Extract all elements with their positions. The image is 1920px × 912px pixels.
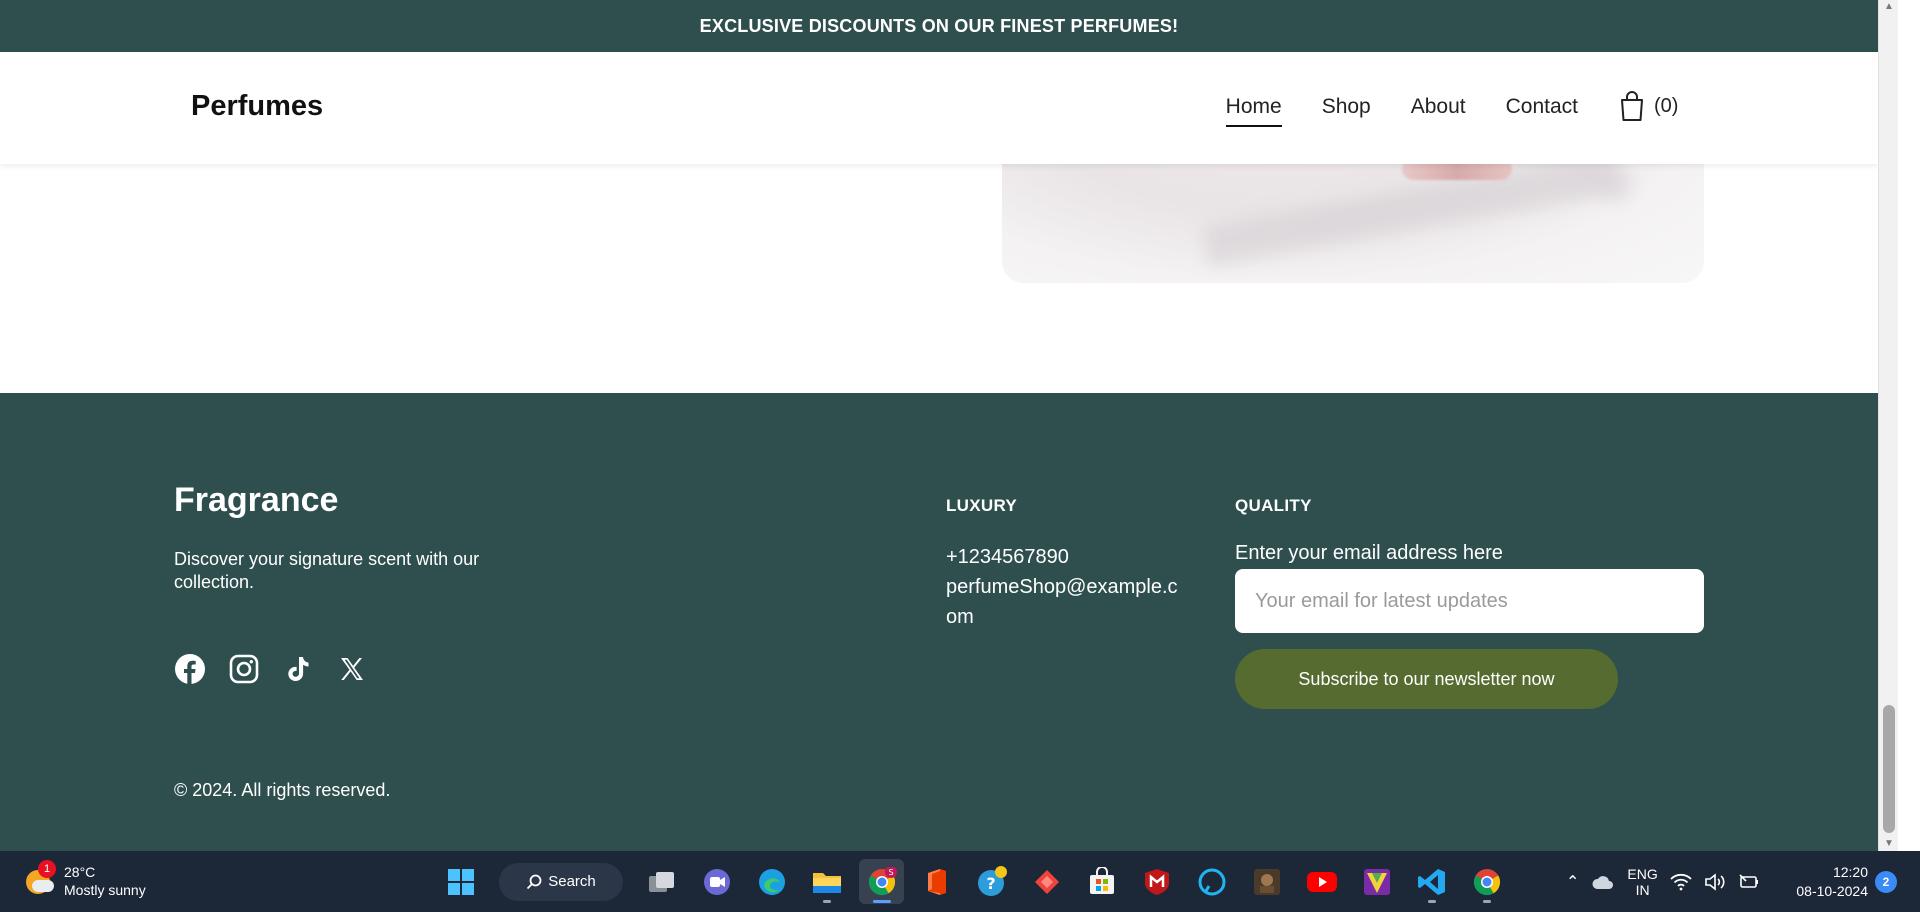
facebook-icon[interactable] (174, 653, 206, 685)
anydesk-icon[interactable] (1024, 859, 1069, 904)
newsletter-email-input[interactable] (1235, 569, 1704, 633)
taskbar-search[interactable]: Search (499, 862, 623, 901)
window-edge (1898, 0, 1920, 851)
site-footer: Fragrance Discover your signature scent … (0, 393, 1878, 851)
youtube-icon[interactable] (1299, 859, 1344, 904)
luxury-heading: LUXURY (946, 496, 1018, 515)
cart-count: (0) (1654, 94, 1679, 117)
luxury-column: LUXURY +1234567890 perfumeShop@example.c… (946, 496, 1186, 632)
onedrive-icon[interactable] (1591, 873, 1615, 891)
social-links (174, 653, 368, 685)
x-icon[interactable] (336, 653, 368, 685)
brand-logo[interactable]: Perfumes (191, 90, 323, 123)
footer-title: Fragrance (174, 481, 339, 519)
nav-about[interactable]: About (1411, 95, 1466, 127)
language-line1: ENG (1627, 865, 1658, 882)
office-icon[interactable] (914, 859, 959, 904)
svg-text:S: S (888, 868, 893, 877)
mcafee-icon[interactable] (1134, 859, 1179, 904)
contact-email[interactable]: perfumeShop@example.com (946, 572, 1182, 632)
clock-time: 12:20 (1832, 864, 1868, 880)
search-icon (527, 874, 542, 889)
promo-text: EXCLUSIVE DISCOUNTS ON OUR FINEST PERFUM… (699, 15, 1179, 36)
scroll-up-arrow-icon[interactable]: ▲ (1879, 0, 1899, 14)
system-clock[interactable]: 12:20 08-10-2024 (1780, 863, 1868, 901)
windows-start-icon[interactable] (438, 859, 483, 904)
language-line2: IN (1635, 881, 1650, 898)
svg-text:?: ? (986, 874, 995, 893)
subscribe-button[interactable]: Subscribe to our newsletter now (1235, 649, 1618, 709)
get-help-icon[interactable]: ? (969, 859, 1014, 904)
nav-shop[interactable]: Shop (1322, 95, 1371, 127)
copyright-text: © 2024. All rights reserved. (174, 780, 391, 800)
browser-viewport: EXCLUSIVE DISCOUNTS ON OUR FINEST PERFUM… (0, 0, 1878, 851)
phone-number[interactable]: +1234567890 (946, 542, 1182, 572)
task-view-icon[interactable] (639, 859, 684, 904)
battery-icon[interactable] (1738, 873, 1760, 891)
weather-icon: 1 (24, 860, 56, 896)
microsoft-store-icon[interactable] (1079, 859, 1124, 904)
taskbar-apps: Search S ? (438, 859, 1509, 904)
main-nav: Home Shop About Contact (1225, 95, 1578, 127)
instagram-icon[interactable] (228, 653, 260, 685)
volume-icon[interactable] (1704, 872, 1726, 891)
chrome-profile-icon[interactable]: S (859, 859, 904, 904)
language-indicator[interactable]: ENG IN (1627, 866, 1657, 898)
scrollbar-thumb[interactable] (1883, 705, 1895, 833)
email-label: Enter your email address here (1235, 542, 1503, 564)
windows-taskbar: 1 28°C Mostly sunny Search S ? ⌃ ENG IN … (0, 851, 1920, 912)
winamp-icon[interactable] (1354, 859, 1399, 904)
file-explorer-icon[interactable] (804, 859, 849, 904)
weather-condition: Mostly sunny (64, 882, 146, 898)
navbar: Perfumes Home Shop About Contact (0) (0, 52, 1878, 164)
tiktok-icon[interactable] (282, 653, 314, 685)
quality-column: QUALITY Enter your email address here Su… (1235, 496, 1705, 709)
teams-icon[interactable] (694, 859, 739, 904)
nav-home[interactable]: Home (1225, 95, 1282, 127)
weather-widget[interactable]: 1 28°C Mostly sunny (24, 860, 146, 899)
weather-temp: 28°C (64, 864, 96, 880)
footer-description: Discover your signature scent with our c… (174, 549, 480, 592)
vscode-icon[interactable] (1409, 859, 1454, 904)
cart-button[interactable]: (0) (1618, 90, 1678, 122)
alexa-icon[interactable] (1189, 859, 1234, 904)
chrome-icon[interactable] (1464, 859, 1509, 904)
system-tray: ⌃ ENG IN (1566, 859, 1760, 904)
game-app-icon[interactable] (1244, 859, 1289, 904)
chevron-up-icon[interactable]: ⌃ (1566, 872, 1579, 892)
scroll-down-arrow-icon[interactable]: ▼ (1879, 837, 1899, 851)
notification-badge[interactable]: 2 (1875, 871, 1897, 893)
weather-badge: 1 (38, 860, 56, 878)
shopping-bag-icon (1621, 91, 1643, 121)
search-label: Search (548, 873, 596, 890)
clock-date: 08-10-2024 (1796, 883, 1868, 899)
edge-icon[interactable] (749, 859, 794, 904)
page-scrollbar[interactable]: ▲ ▼ (1878, 0, 1898, 851)
wifi-icon[interactable] (1670, 873, 1692, 891)
quality-heading: QUALITY (1235, 496, 1312, 515)
nav-contact[interactable]: Contact (1506, 95, 1578, 127)
promo-banner: EXCLUSIVE DISCOUNTS ON OUR FINEST PERFUM… (0, 0, 1878, 52)
